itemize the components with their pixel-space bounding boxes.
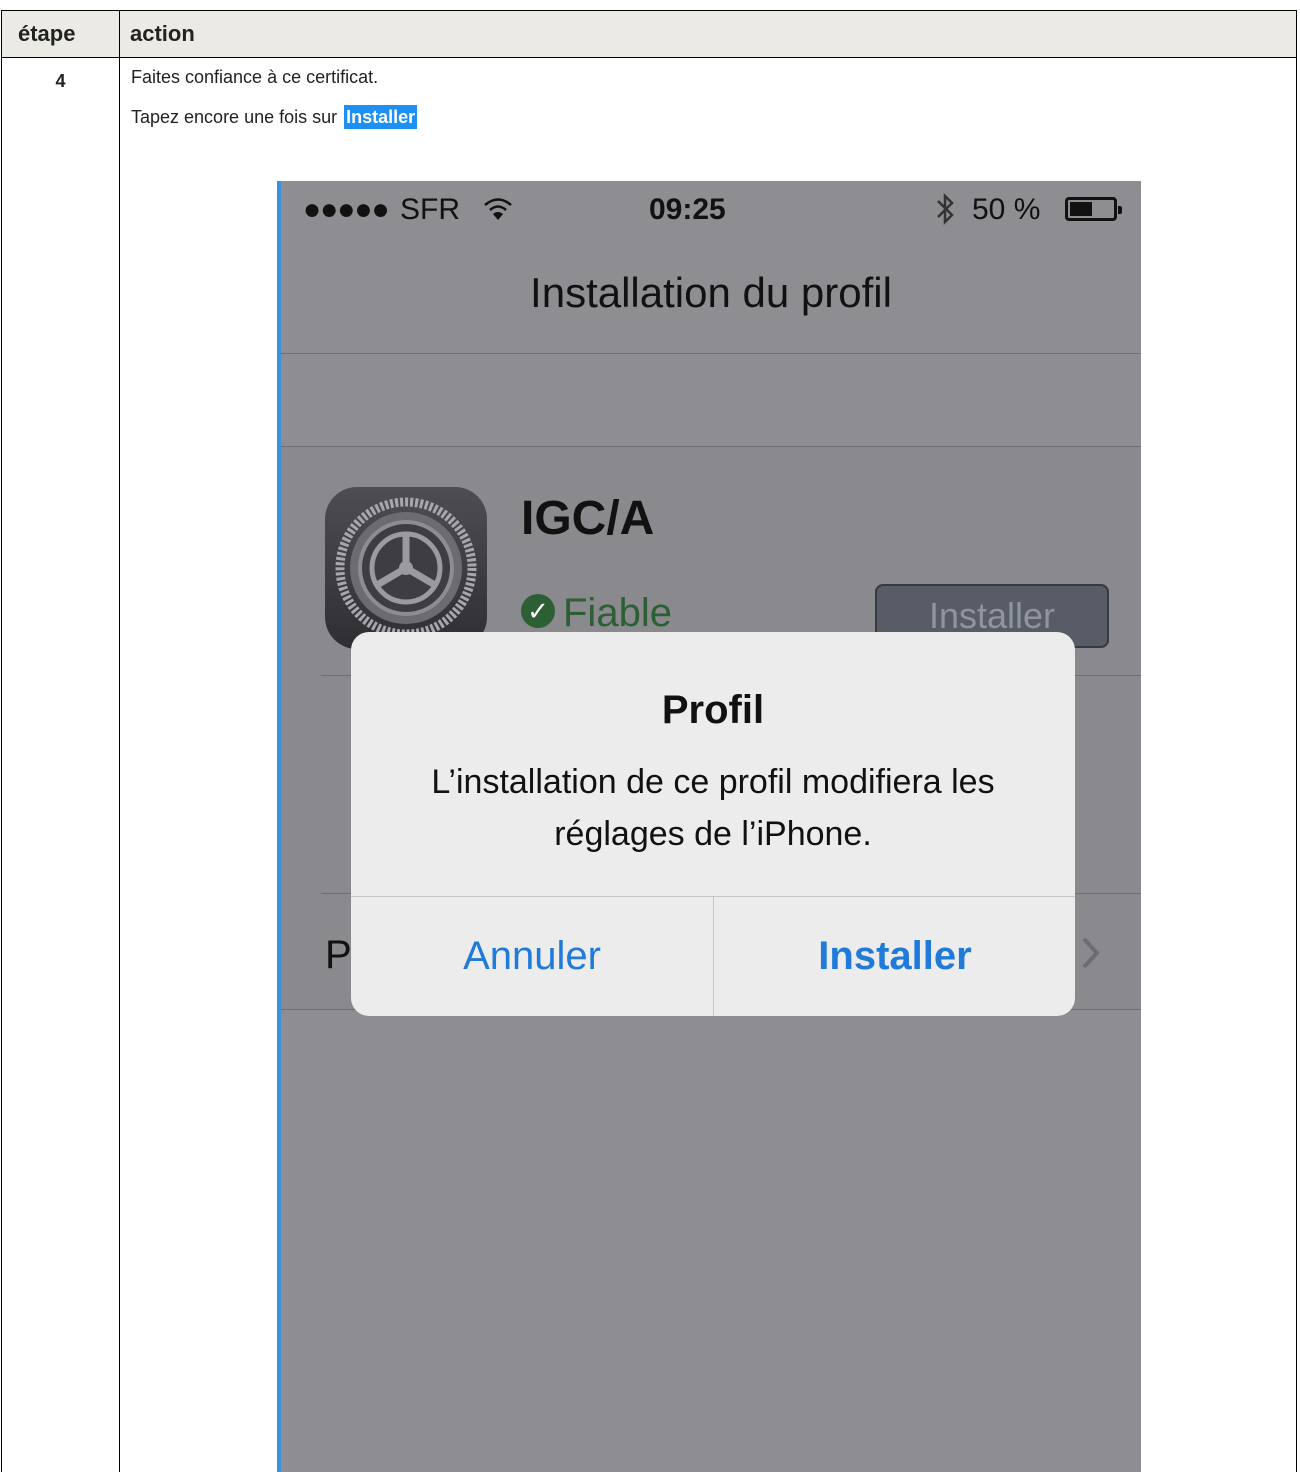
more-details-row-label[interactable]: P: [325, 933, 352, 978]
confirm-install-button[interactable]: Installer: [714, 897, 1075, 1016]
settings-gear-icon: [325, 487, 487, 649]
action-text-prefix: Tapez encore une fois sur: [131, 107, 338, 127]
status-time: 09:25: [649, 193, 726, 226]
cancel-button[interactable]: Annuler: [351, 897, 713, 1016]
nav-title: Installation du profil: [530, 269, 892, 316]
header-action: action: [130, 21, 195, 46]
action-text-line-1: Faites confiance à ce certificat.: [131, 67, 379, 87]
column-divider: [119, 11, 120, 1472]
checkmark-icon: ✓: [521, 594, 555, 629]
profile-alert-dialog: Profil L’installation de ce profil modif…: [351, 632, 1075, 1016]
battery-icon: [1065, 197, 1122, 221]
phone-screenshot: ●●●●● SFR 09:25 50 % Installation du pro…: [277, 181, 1141, 1472]
carrier-name: SFR: [400, 193, 460, 226]
bluetooth-icon: [931, 191, 959, 235]
wifi-icon: [482, 193, 514, 231]
trusted-status: ✓ Fiable: [521, 591, 672, 636]
signal-strength: ●●●●●: [303, 193, 390, 226]
nav-separator: [281, 353, 1141, 354]
alert-title: Profil: [661, 688, 765, 732]
table-header-row: étape action: [2, 11, 1296, 58]
header-step: étape: [18, 21, 76, 46]
alert-message: L’installation de ce profil modifiera le…: [431, 763, 995, 853]
status-bar: ●●●●● SFR 09:25 50 %: [281, 181, 1141, 241]
profile-name: IGC/A: [521, 492, 655, 545]
battery-percentage: 50 %: [972, 193, 1041, 226]
highlighted-install-label: Installer: [344, 105, 418, 129]
step-number: 4: [55, 71, 66, 91]
action-text-line-2: Tapez encore une fois sur Installer: [131, 105, 418, 129]
chevron-right-icon: [1080, 933, 1102, 983]
trusted-label: Fiable: [563, 591, 672, 635]
